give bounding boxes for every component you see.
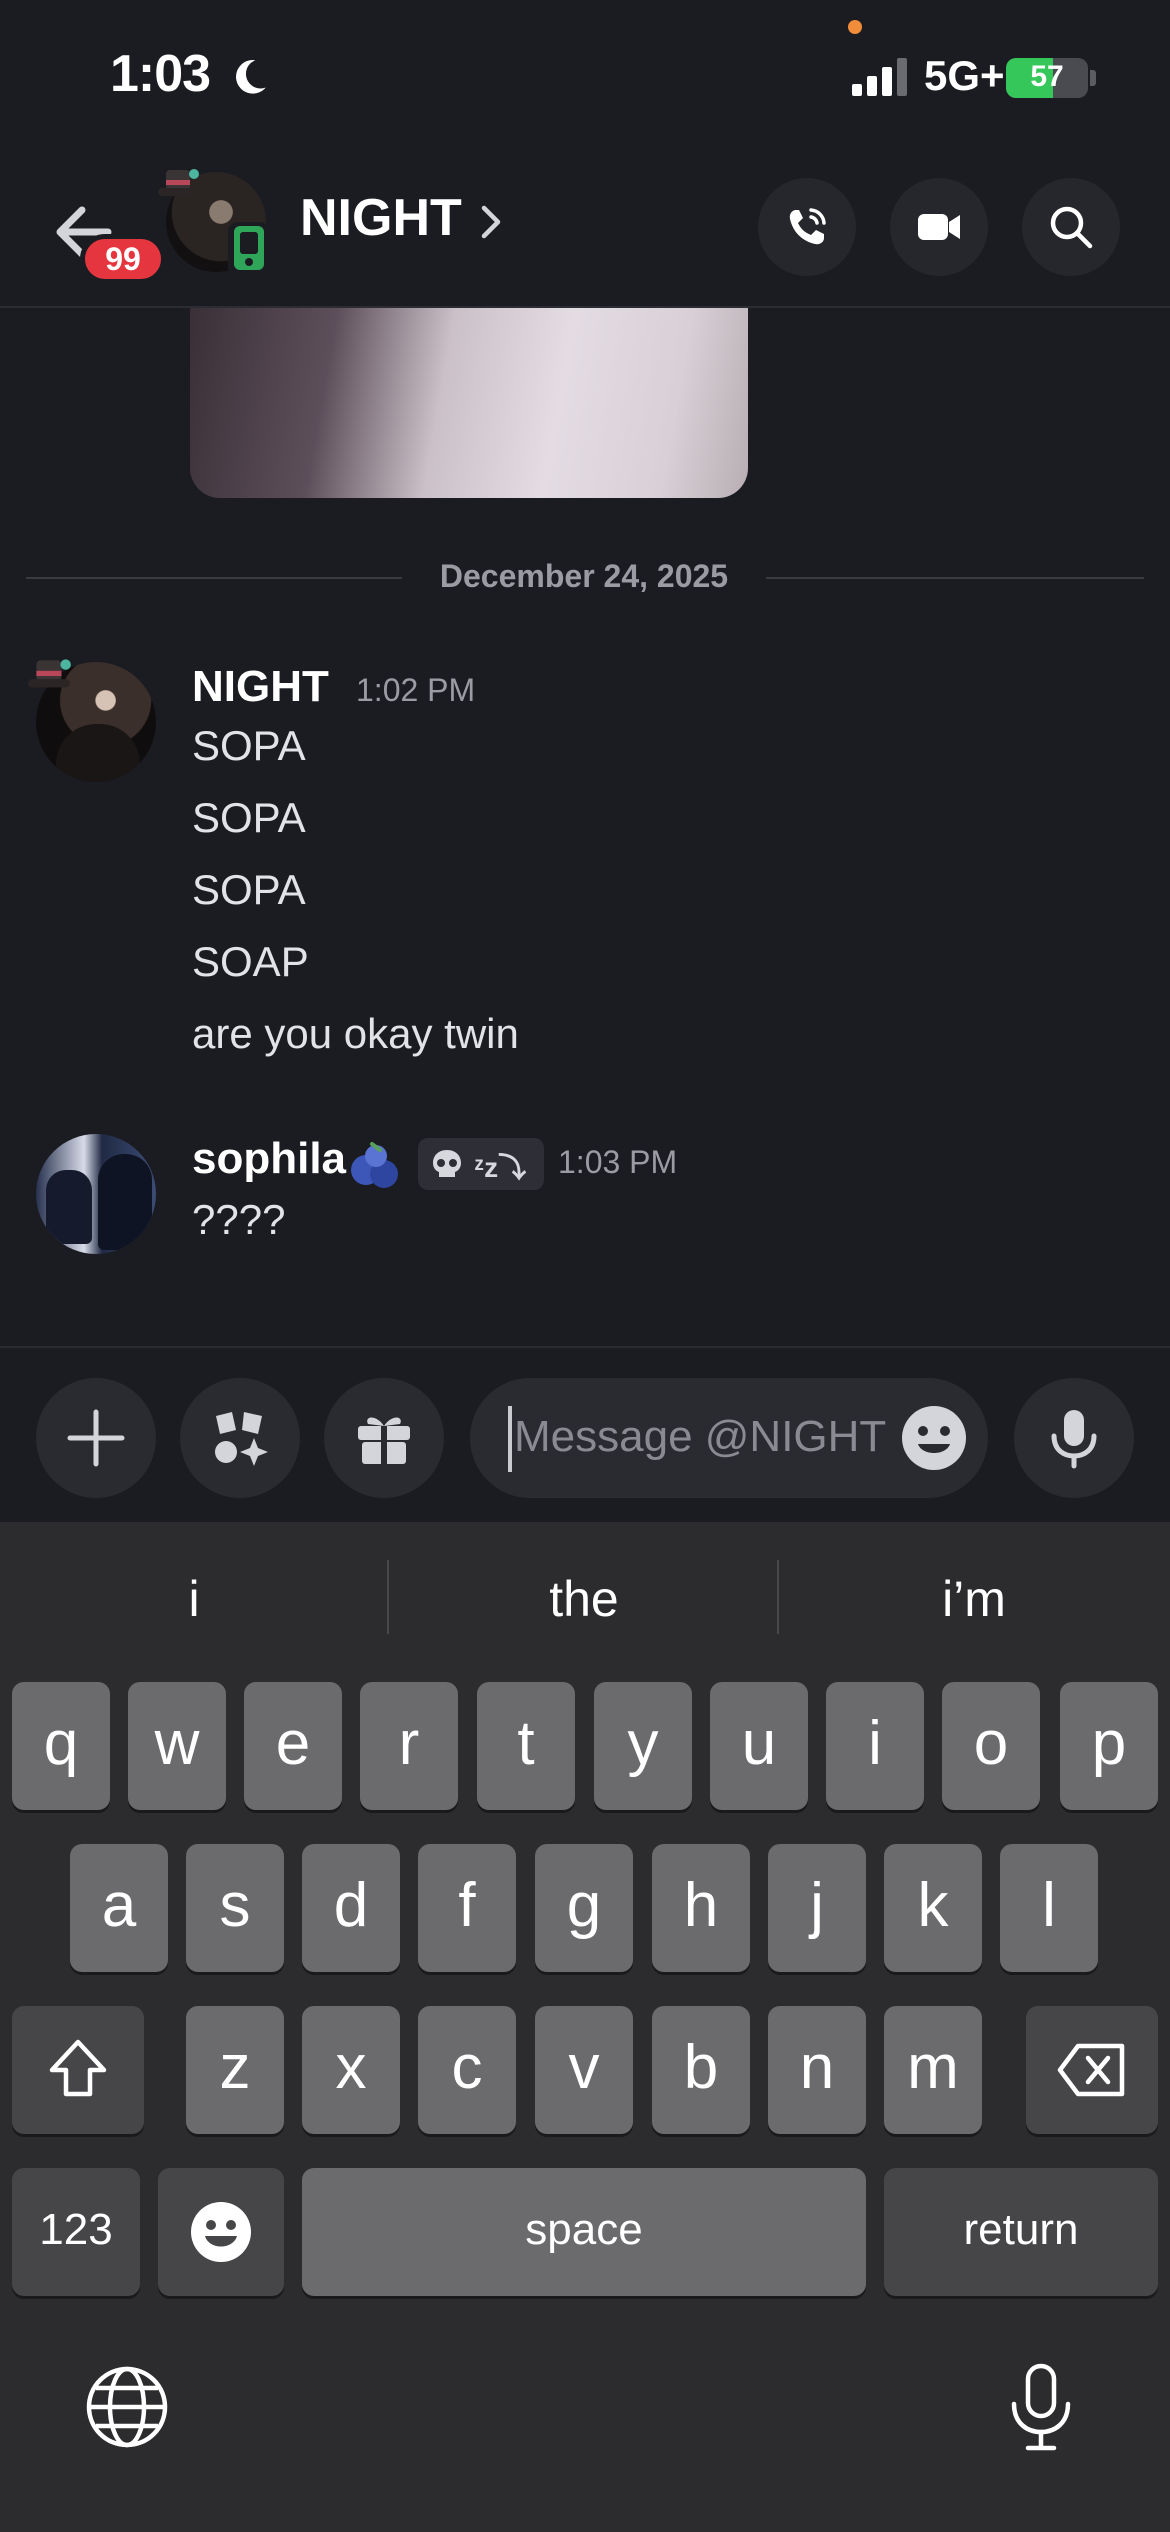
party-hat-decoration-icon [158,169,199,196]
key-t[interactable]: t [477,1682,575,1810]
dm-header: 99 NIGHT [0,150,1170,308]
key-v[interactable]: v [535,2006,633,2134]
status-time: 1:03 [110,45,211,103]
suggestion-3[interactable]: i’m [794,1570,1154,1628]
key-f[interactable]: f [418,1844,516,1972]
suggestion-1[interactable]: i [14,1570,374,1628]
text-caret [508,1406,512,1472]
avatar[interactable] [36,1134,156,1254]
message-line: SOPA [192,866,306,913]
voice-call-button[interactable] [758,178,856,276]
attach-button[interactable] [36,1378,156,1498]
emoji-keyboard-icon [191,2202,251,2262]
date-divider-label: December 24, 2025 [439,558,729,594]
status-bar: 1:03 5G+ 57 [0,0,1170,150]
message-timestamp: 1:03 PM [558,1144,678,1180]
shift-key[interactable] [12,2006,144,2134]
gift-button[interactable] [324,1378,444,1498]
suggestion-divider [777,1560,779,1634]
key-a[interactable]: a [70,1844,168,1972]
numbers-key[interactable]: 123 [12,2168,140,2296]
skull-icon [433,1150,461,1177]
message-author[interactable]: sophila [192,1134,346,1184]
key-b[interactable]: b [652,2006,750,2134]
key-h[interactable]: h [652,1844,750,1972]
blueberry-emoji-icon [351,1142,398,1188]
key-g[interactable]: g [535,1844,633,1972]
message-input-placeholder: Message @NIGHT [514,1412,887,1461]
key-l[interactable]: l [1000,1844,1098,1972]
ios-keyboard: i the i’m q w e r t y u i o p a s d f g … [0,1522,1170,2532]
battery-percent: 57 [1030,60,1064,93]
message-timestamp: 1:02 PM [356,672,476,708]
message-author[interactable]: NIGHT [192,662,329,712]
message-line: SOPA [192,722,306,769]
battery-indicator: 57 [1006,58,1088,98]
key-y[interactable]: y [594,1682,692,1810]
user-tag-badge[interactable]: ᶻz⤵ [418,1138,544,1190]
voice-message-button[interactable] [1014,1378,1134,1498]
key-c[interactable]: c [418,2006,516,2134]
suggestion-divider [387,1560,389,1634]
date-divider: December 24, 2025 [26,558,1144,598]
message-line: ???? [192,1196,286,1243]
message-line: SOPA [192,794,306,841]
battery-cap [1090,70,1096,86]
backspace-icon [1057,2043,1125,2097]
divider-line [766,577,1144,579]
key-u[interactable]: u [710,1682,808,1810]
suggestion-2[interactable]: the [404,1570,764,1628]
key-d[interactable]: d [302,1844,400,1972]
moon-icon [236,60,266,94]
video-camera-icon [918,214,960,240]
message-composer: Message @NIGHT [0,1346,1170,1522]
video-call-button[interactable] [890,178,988,276]
cellular-signal-icon [852,58,907,96]
message-line: are you okay twin [192,1010,519,1057]
network-type: 5G+ [924,52,1005,99]
key-s[interactable]: s [186,1844,284,1972]
key-i[interactable]: i [826,1682,924,1810]
key-o[interactable]: o [942,1682,1040,1810]
phone-icon [789,208,826,245]
key-k[interactable]: k [884,1844,982,1972]
key-x[interactable]: x [302,2006,400,2134]
key-j[interactable]: j [768,1844,866,1972]
space-key[interactable]: space [302,2168,866,2296]
chevron-right-icon[interactable] [478,202,504,242]
dictation-microphone-icon[interactable] [1006,2362,1076,2454]
emoji-key[interactable] [158,2168,284,2296]
gift-icon [358,1417,410,1464]
key-q[interactable]: q [12,1682,110,1810]
microphone-icon [1051,1410,1097,1469]
divider-line [26,577,402,579]
mobile-status-icon [228,222,270,276]
globe-icon[interactable] [84,2364,170,2450]
key-z[interactable]: z [186,2006,284,2134]
key-r[interactable]: r [360,1682,458,1810]
key-w[interactable]: w [128,1682,226,1810]
unread-badge: 99 [80,234,166,284]
channel-name[interactable]: NIGHT [300,188,462,248]
apps-button[interactable] [180,1378,300,1498]
key-p[interactable]: p [1060,1682,1158,1810]
key-m[interactable]: m [884,2006,982,2134]
delete-key[interactable] [1026,2006,1158,2134]
shift-arrow-icon [49,2039,107,2097]
emoji-picker-icon[interactable] [900,1404,968,1472]
search-icon [1050,206,1093,249]
apps-sparkle-icon [215,1412,268,1466]
image-attachment[interactable] [190,308,748,498]
return-key[interactable]: return [884,2168,1158,2296]
key-n[interactable]: n [768,2006,866,2134]
plus-icon [67,1409,125,1467]
search-button[interactable] [1022,178,1120,276]
privacy-indicator-dot [848,20,862,34]
party-hat-decoration-icon [28,659,71,688]
user-tag-text: ᶻz⤵ [474,1152,527,1183]
message-input[interactable]: Message @NIGHT [470,1378,988,1498]
key-e[interactable]: e [244,1682,342,1810]
message-line: SOAP [192,938,309,985]
